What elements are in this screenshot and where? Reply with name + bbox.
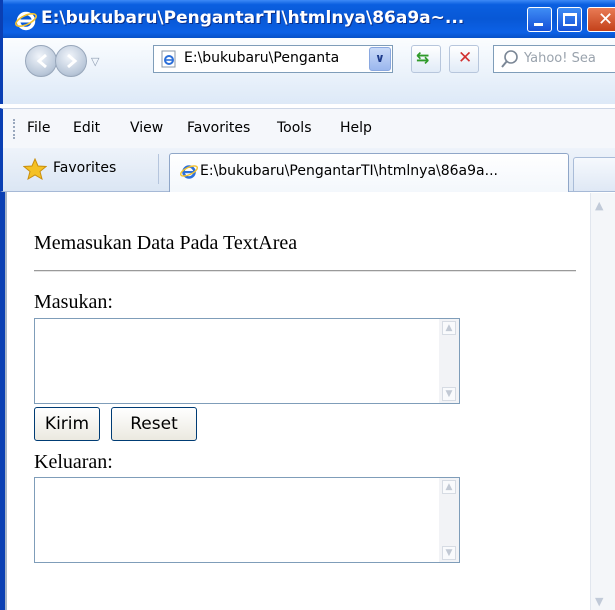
back-button[interactable] [25, 45, 57, 77]
address-bar[interactable]: E:\bukubaru\Penganta ∨ [153, 45, 393, 73]
page-icon [161, 50, 176, 68]
tab-current-page[interactable]: E:\bukubaru\PengantarTI\htmlnya\86a9a... [169, 153, 569, 193]
toolbar-grip[interactable] [13, 119, 16, 139]
history-dropdown-icon[interactable]: ▽ [91, 55, 99, 68]
maximize-button[interactable] [557, 7, 582, 32]
reset-button[interactable]: Reset [111, 407, 197, 441]
search-icon [501, 50, 518, 68]
favorites-label: Favorites [53, 160, 117, 176]
stop-button[interactable]: ✕ [449, 45, 479, 73]
navigation-bar: ▽ E:\bukubaru\Penganta ∨ ⇆ ✕ Yahoo! Sea [0, 38, 615, 104]
stop-icon: ✕ [458, 48, 473, 68]
close-button[interactable]: ✕ [587, 7, 615, 32]
search-box[interactable]: Yahoo! Sea [493, 45, 615, 73]
window-title: E:\bukubaru\PengantarTI\htmlnya\86a9a~..… [41, 8, 465, 28]
menu-tools[interactable]: Tools [277, 120, 312, 136]
minimize-icon [534, 23, 543, 26]
maximize-icon [563, 13, 577, 26]
horizontal-rule [34, 270, 576, 272]
star-icon [23, 158, 47, 180]
menu-favorites[interactable]: Favorites [187, 120, 250, 136]
tab-label: E:\bukubaru\PengantarTI\htmlnya\86a9a... [200, 163, 498, 179]
menu-bar: File Edit View Favorites Tools Help [0, 108, 615, 148]
new-tab-button[interactable] [573, 157, 615, 191]
search-placeholder: Yahoo! Sea [524, 51, 596, 66]
address-dropdown-button[interactable]: ∨ [369, 47, 391, 71]
submit-button[interactable]: Kirim [34, 407, 100, 441]
input-label: Masukan: [34, 291, 113, 313]
refresh-button[interactable]: ⇆ [411, 45, 441, 73]
refresh-icon: ⇆ [416, 48, 430, 67]
menu-edit[interactable]: Edit [73, 120, 100, 136]
chevron-down-icon: ∨ [375, 51, 385, 65]
menu-help[interactable]: Help [340, 120, 372, 136]
forward-arrow-icon [67, 53, 78, 69]
page-scrollbar[interactable]: ▲ ▼ [590, 193, 615, 610]
address-text: E:\bukubaru\Penganta [184, 50, 340, 66]
ie-page-icon [180, 165, 198, 179]
forward-button[interactable] [55, 45, 87, 77]
back-arrow-icon [36, 53, 47, 69]
output-label: Keluaran: [34, 451, 113, 473]
close-icon: ✕ [598, 9, 614, 30]
menu-file[interactable]: File [27, 120, 50, 136]
tab-separator [158, 154, 159, 184]
minimize-button[interactable] [527, 7, 552, 32]
scroll-up-icon[interactable]: ▲ [595, 199, 603, 212]
input-textarea[interactable] [34, 318, 460, 404]
menu-view[interactable]: View [130, 120, 163, 136]
scroll-down-icon[interactable]: ▼ [595, 595, 603, 608]
page-heading: Memasukan Data Pada TextArea [34, 232, 298, 254]
tab-bar: Favorites E:\bukubaru\PengantarTI\htmlny… [0, 148, 615, 193]
output-textarea[interactable] [34, 477, 460, 563]
content-border [5, 192, 7, 610]
window-titlebar[interactable]: E:\bukubaru\PengantarTI\htmlnya\86a9a~..… [0, 0, 615, 38]
ie-logo-icon [15, 11, 37, 31]
